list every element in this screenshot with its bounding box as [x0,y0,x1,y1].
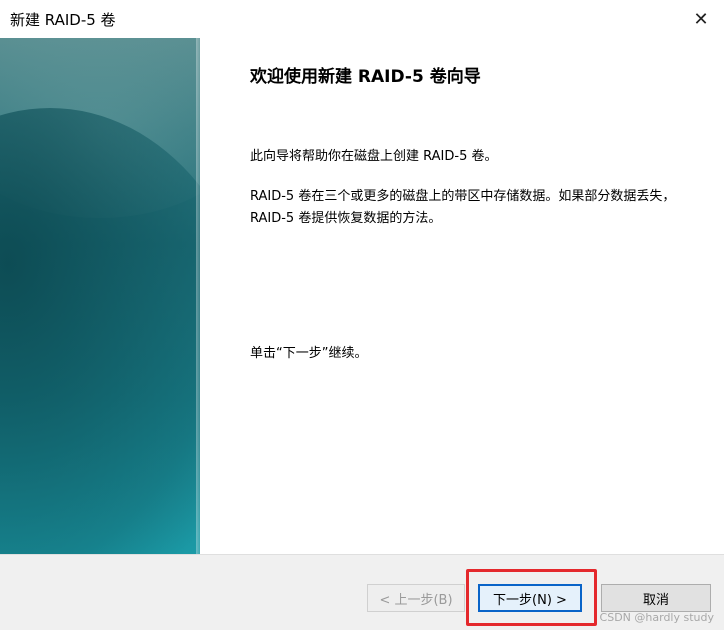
title-bar: 新建 RAID-5 卷 ✕ [0,0,724,38]
description-text: RAID-5 卷在三个或更多的磁盘上的带区中存储数据。如果部分数据丢失，RAID… [250,189,676,226]
continue-instruction: 单击“下一步”继续。 [250,346,368,361]
cancel-button[interactable]: 取消 [601,584,711,612]
back-button[interactable]: < 上一步(B) [367,584,465,612]
banner-edge [196,38,202,554]
button-bar: < 上一步(B) 下一步(N) > 取消 CSDN @hardly study [0,554,724,630]
close-icon[interactable]: ✕ [678,0,724,38]
next-button[interactable]: 下一步(N) > [478,584,582,612]
page-title: 欢迎使用新建 RAID-5 卷向导 [250,67,481,87]
banner-decoration-arc [0,108,200,554]
wizard-side-banner [0,38,200,554]
window-title: 新建 RAID-5 卷 [10,11,116,29]
watermark: CSDN @hardly study [599,611,714,624]
intro-text: 此向导将帮助你在磁盘上创建 RAID-5 卷。 [250,149,498,164]
